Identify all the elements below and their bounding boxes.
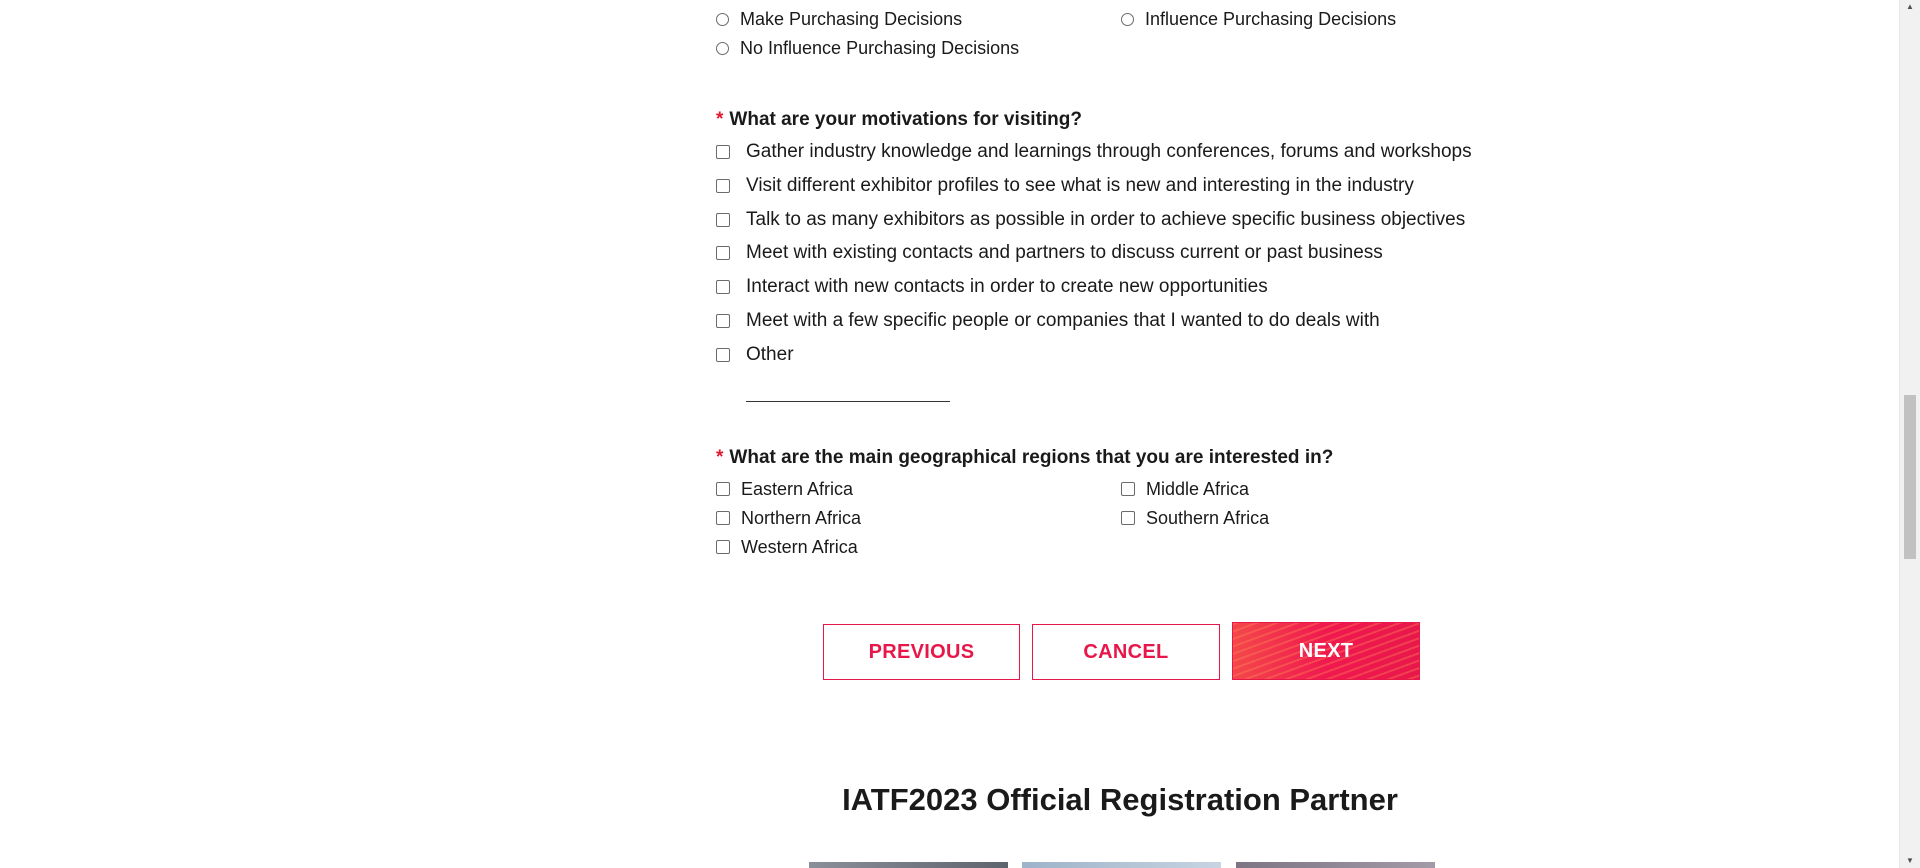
motivation-option[interactable]: Interact with new contacts in order to c… — [716, 275, 1268, 299]
region-label: Western Africa — [741, 537, 858, 557]
other-text-field[interactable] — [746, 401, 950, 402]
checkbox[interactable] — [716, 348, 730, 362]
region-option-western-africa[interactable]: Western Africa — [716, 536, 858, 558]
checkbox[interactable] — [716, 179, 730, 193]
partner-image — [809, 862, 1008, 868]
radio-button[interactable] — [716, 12, 729, 26]
partner-image — [1022, 862, 1221, 868]
checkbox[interactable] — [716, 314, 730, 328]
vertical-scrollbar[interactable]: ▲ ▼ — [1899, 0, 1920, 868]
scroll-down-arrow-icon[interactable]: ▼ — [1900, 854, 1920, 868]
radio-option-no-influence[interactable]: No Influence Purchasing Decisions — [716, 37, 1019, 59]
required-marker: * — [716, 447, 724, 468]
radio-button[interactable] — [716, 41, 729, 55]
motivation-option[interactable]: Meet with existing contacts and partners… — [716, 241, 1383, 265]
motivation-label: Other — [746, 344, 794, 365]
checkbox[interactable] — [1121, 511, 1135, 525]
motivations-question-text: What are your motivations for visiting? — [729, 109, 1083, 130]
motivation-label: Visit different exhibitor profiles to se… — [746, 175, 1414, 196]
checkbox[interactable] — [716, 482, 730, 496]
motivation-option[interactable]: Visit different exhibitor profiles to se… — [716, 174, 1414, 198]
region-label: Middle Africa — [1146, 479, 1250, 499]
motivation-label: Gather industry knowledge and learnings … — [746, 141, 1472, 162]
next-button[interactable]: NEXT — [1232, 622, 1420, 680]
checkbox[interactable] — [716, 511, 730, 525]
region-label: Southern Africa — [1146, 508, 1270, 528]
motivation-option[interactable]: Meet with a few specific people or compa… — [716, 309, 1380, 333]
checkbox[interactable] — [716, 540, 730, 554]
motivation-option-other[interactable]: Other — [716, 343, 794, 367]
checkbox[interactable] — [716, 145, 730, 159]
region-option-middle-africa[interactable]: Middle Africa — [1121, 478, 1249, 500]
scrollbar-thumb[interactable] — [1904, 395, 1916, 559]
region-option-northern-africa[interactable]: Northern Africa — [716, 507, 861, 529]
regions-question-text: What are the main geographical regions t… — [729, 447, 1334, 468]
motivation-label: Meet with existing contacts and partners… — [746, 242, 1383, 263]
region-option-southern-africa[interactable]: Southern Africa — [1121, 507, 1269, 529]
partner-image — [1236, 862, 1435, 868]
motivation-option[interactable]: Talk to as many exhibitors as possible i… — [716, 208, 1465, 232]
radio-label: No Influence Purchasing Decisions — [740, 38, 1020, 58]
radio-button[interactable] — [1121, 12, 1134, 26]
motivation-label: Talk to as many exhibitors as possible i… — [746, 209, 1466, 230]
motivation-option[interactable]: Gather industry knowledge and learnings … — [716, 140, 1472, 164]
checkbox[interactable] — [1121, 482, 1135, 496]
radio-option-make-purchasing[interactable]: Make Purchasing Decisions — [716, 8, 962, 30]
regions-question: * What are the main geographical regions … — [716, 447, 1333, 469]
motivation-label: Interact with new contacts in order to c… — [746, 276, 1268, 297]
checkbox[interactable] — [716, 213, 730, 227]
partner-section-title: IATF2023 Official Registration Partner — [842, 782, 1398, 817]
checkbox[interactable] — [716, 246, 730, 260]
region-label: Eastern Africa — [741, 479, 854, 499]
previous-button[interactable]: PREVIOUS — [823, 624, 1020, 680]
registration-page: Make Purchasing Decisions Influence Purc… — [0, 0, 1920, 868]
cancel-button[interactable]: CANCEL — [1032, 624, 1220, 680]
radio-option-influence-purchasing[interactable]: Influence Purchasing Decisions — [1121, 8, 1396, 30]
region-option-eastern-africa[interactable]: Eastern Africa — [716, 478, 853, 500]
radio-label: Make Purchasing Decisions — [740, 9, 963, 29]
checkbox[interactable] — [716, 280, 730, 294]
required-marker: * — [716, 109, 724, 130]
region-label: Northern Africa — [741, 508, 862, 528]
motivations-question: * What are your motivations for visiting? — [716, 109, 1082, 131]
radio-label: Influence Purchasing Decisions — [1145, 9, 1397, 29]
scroll-up-arrow-icon[interactable]: ▲ — [1900, 0, 1920, 14]
motivation-label: Meet with a few specific people or compa… — [746, 310, 1380, 331]
